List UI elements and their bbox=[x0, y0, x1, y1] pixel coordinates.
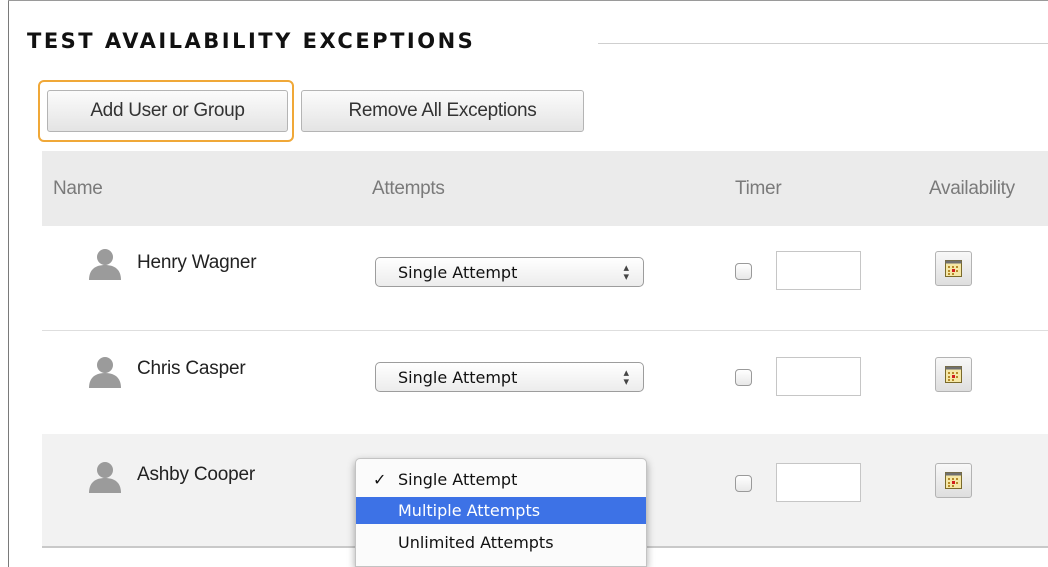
user-name: Chris Casper bbox=[137, 358, 246, 379]
option-label: Single Attempt bbox=[398, 470, 518, 489]
attempts-dropdown-menu: ✓ Single Attempt Multiple Attempts Unlim… bbox=[355, 458, 647, 567]
updown-arrows-icon: ▴ ▾ bbox=[623, 261, 629, 283]
user-name: Henry Wagner bbox=[137, 252, 257, 273]
availability-calendar-button[interactable] bbox=[935, 463, 972, 498]
person-icon bbox=[89, 357, 121, 388]
timer-input[interactable] bbox=[776, 357, 861, 396]
column-header-attempts: Attempts bbox=[372, 178, 445, 199]
attempts-select-value: Single Attempt bbox=[398, 367, 518, 387]
person-icon bbox=[89, 249, 121, 280]
attempts-select-value: Single Attempt bbox=[398, 262, 518, 282]
section-title: TEST AVAILABILITY EXCEPTIONS bbox=[27, 29, 476, 53]
column-header-name: Name bbox=[53, 178, 103, 199]
dropdown-option-multiple-attempts[interactable]: Multiple Attempts bbox=[356, 497, 646, 524]
timer-checkbox[interactable] bbox=[735, 475, 752, 492]
attempts-select[interactable]: Single Attempt ▴ ▾ bbox=[375, 362, 644, 392]
window-border-top bbox=[8, 0, 1048, 1]
calendar-icon bbox=[945, 260, 962, 277]
checkmark-icon: ✓ bbox=[373, 470, 387, 489]
timer-input[interactable] bbox=[776, 463, 861, 502]
remove-all-exceptions-button[interactable]: Remove All Exceptions bbox=[301, 90, 584, 132]
timer-checkbox[interactable] bbox=[735, 263, 752, 280]
updown-arrows-icon: ▴ ▾ bbox=[623, 366, 629, 388]
availability-calendar-button[interactable] bbox=[935, 357, 972, 392]
person-icon bbox=[89, 462, 121, 493]
calendar-icon bbox=[945, 472, 962, 489]
timer-input[interactable] bbox=[776, 251, 861, 290]
option-label: Multiple Attempts bbox=[398, 501, 541, 520]
dropdown-option-unlimited-attempts[interactable]: Unlimited Attempts bbox=[356, 529, 646, 556]
attempts-select[interactable]: Single Attempt ▴ ▾ bbox=[375, 257, 644, 287]
calendar-icon bbox=[945, 366, 962, 383]
timer-checkbox[interactable] bbox=[735, 369, 752, 386]
column-header-availability: Availability bbox=[929, 178, 1015, 199]
column-header-timer: Timer bbox=[735, 178, 782, 199]
add-user-or-group-button[interactable]: Add User or Group bbox=[47, 90, 288, 132]
dropdown-option-single-attempt[interactable]: ✓ Single Attempt bbox=[356, 466, 646, 493]
user-name: Ashby Cooper bbox=[137, 464, 256, 485]
title-divider bbox=[598, 43, 1048, 44]
availability-calendar-button[interactable] bbox=[935, 251, 972, 286]
option-label: Unlimited Attempts bbox=[398, 533, 554, 552]
window-border-left bbox=[8, 0, 9, 567]
table-header bbox=[42, 151, 1048, 226]
